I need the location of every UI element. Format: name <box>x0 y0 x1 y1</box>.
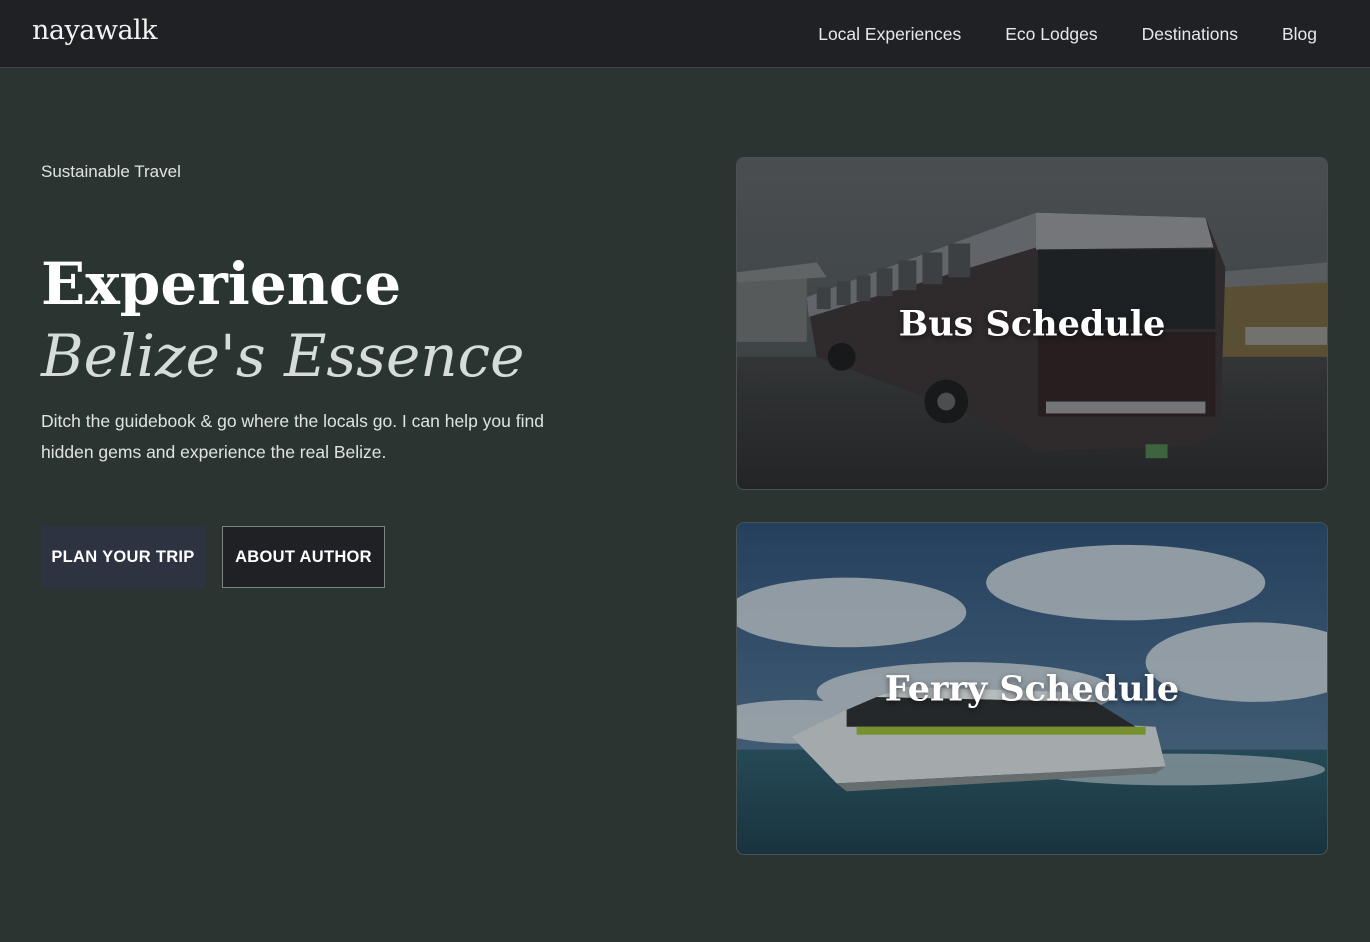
main-nav: Local Experiences Eco Lodges Destination… <box>818 0 1317 68</box>
hero-description: Ditch the guidebook & go where the local… <box>41 411 544 462</box>
hero-title-line2: Belize's Essence <box>41 322 525 390</box>
nav-link-blog[interactable]: Blog <box>1282 24 1317 45</box>
about-author-button[interactable]: ABOUT AUTHOR <box>222 526 385 588</box>
bus-schedule-title: Bus Schedule <box>898 303 1166 344</box>
hero-title: Experience Belize's Essence <box>41 248 524 392</box>
hero-title-line1: Experience <box>41 250 402 318</box>
ferry-schedule-card[interactable]: Ferry Schedule <box>736 522 1328 855</box>
ferry-schedule-title: Ferry Schedule <box>884 668 1180 709</box>
top-navbar: nayawalk Local Experiences Eco Lodges De… <box>0 0 1370 68</box>
plan-your-trip-button[interactable]: PLAN YOUR TRIP <box>41 526 205 588</box>
nav-link-destinations[interactable]: Destinations <box>1142 24 1238 45</box>
hero-eyebrow: Sustainable Travel <box>41 162 181 181</box>
nav-link-local-experiences[interactable]: Local Experiences <box>818 24 961 45</box>
bus-schedule-card[interactable]: Bus Schedule <box>736 157 1328 490</box>
site-logo[interactable]: nayawalk <box>32 15 158 46</box>
nav-link-eco-lodges[interactable]: Eco Lodges <box>1005 24 1097 45</box>
